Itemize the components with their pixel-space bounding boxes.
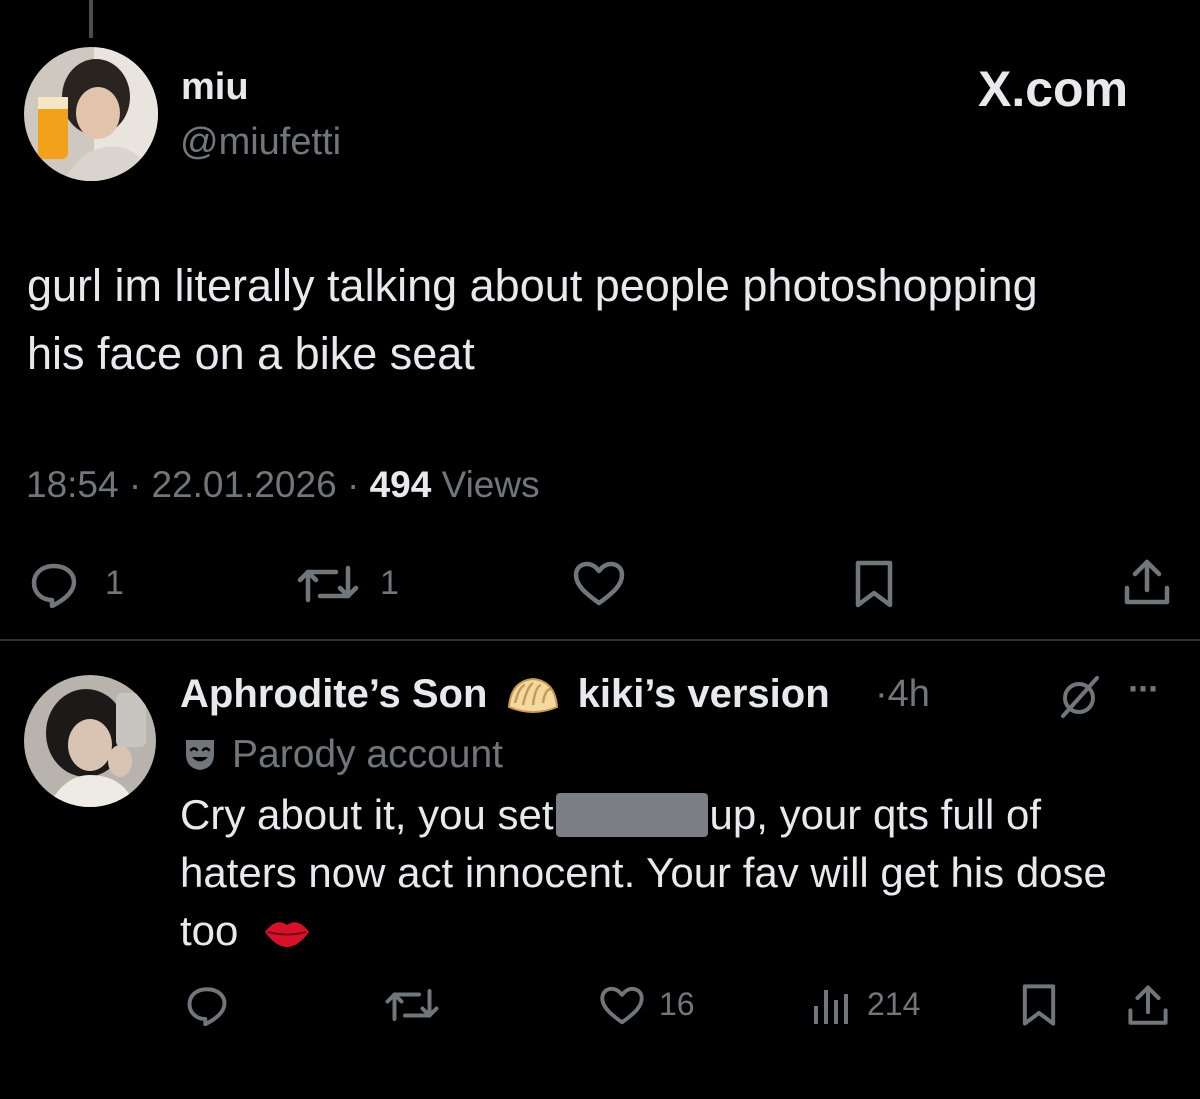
reply-text-line-1: Cry about it, you set up, your qts full o… [180, 791, 1041, 839]
bookmark-icon[interactable] [853, 558, 895, 610]
tweet-meta: 18:54 · 22.01.2026 · 494 Views [26, 464, 540, 506]
meta-separator: · [875, 673, 888, 715]
meta-separator: · [128, 464, 142, 505]
reply-author-name[interactable]: Aphrodite’s Son kiki’s version [180, 672, 830, 717]
reply-text-part-1: Cry about it, you set [180, 791, 554, 838]
reply-text-part-2: up, your qts full of [709, 791, 1042, 838]
reply-time[interactable]: 4h [888, 673, 930, 715]
views-label: Views [441, 464, 540, 505]
parody-label: Parody account [182, 733, 503, 777]
dumpling-emoji [507, 677, 558, 713]
lips-emoji [265, 922, 310, 947]
reply-author-name-text[interactable]: Aphrodite’s Son [180, 672, 487, 716]
share-icon[interactable] [1122, 556, 1172, 610]
reply-count: 1 [105, 564, 124, 602]
redaction-box [555, 793, 708, 837]
bookmark-icon[interactable] [1020, 982, 1058, 1028]
reply-author-name-suffix[interactable]: kiki’s version [578, 672, 830, 716]
tweet-text-line-2: his face on a bike seat [27, 328, 475, 379]
like-icon[interactable] [571, 559, 627, 609]
reply-author-avatar[interactable] [24, 675, 156, 807]
views-count: 494 [369, 464, 432, 505]
repost-count: 1 [380, 564, 399, 602]
parody-mask-icon [186, 740, 214, 770]
site-label: X.com [978, 61, 1129, 117]
like-count: 16 [659, 986, 695, 1022]
reply-icon[interactable] [28, 560, 80, 608]
share-icon[interactable] [1126, 982, 1170, 1030]
repost-icon[interactable] [384, 984, 440, 1026]
thread-connector-line [89, 0, 93, 38]
views-icon[interactable] [812, 984, 852, 1026]
repost-icon[interactable] [296, 560, 360, 608]
reply-icon[interactable] [184, 984, 230, 1026]
reply-meta: ·4h [875, 673, 930, 716]
parody-account-text: Parody account [232, 733, 504, 776]
author-handle[interactable]: @miufetti [180, 121, 341, 164]
grok-icon[interactable] [1057, 674, 1103, 720]
tweet-date[interactable]: 22.01.2026 [151, 464, 336, 505]
author-name[interactable]: miu [181, 66, 249, 109]
tweet-text-line-1: gurl im literally talking about people p… [27, 260, 1038, 311]
like-icon[interactable] [598, 984, 646, 1028]
reply-text-part-3: too [180, 907, 239, 954]
reply-text-line-3: too [180, 907, 312, 955]
reply-text-line-2: haters now act innocent. Your fav will g… [180, 849, 1107, 896]
tweet-divider [0, 639, 1200, 641]
views-count: 214 [867, 986, 921, 1022]
author-avatar[interactable] [24, 47, 158, 181]
more-icon[interactable]: ··· [1128, 668, 1160, 710]
meta-separator: · [346, 464, 360, 505]
tweet-time[interactable]: 18:54 [26, 464, 119, 505]
